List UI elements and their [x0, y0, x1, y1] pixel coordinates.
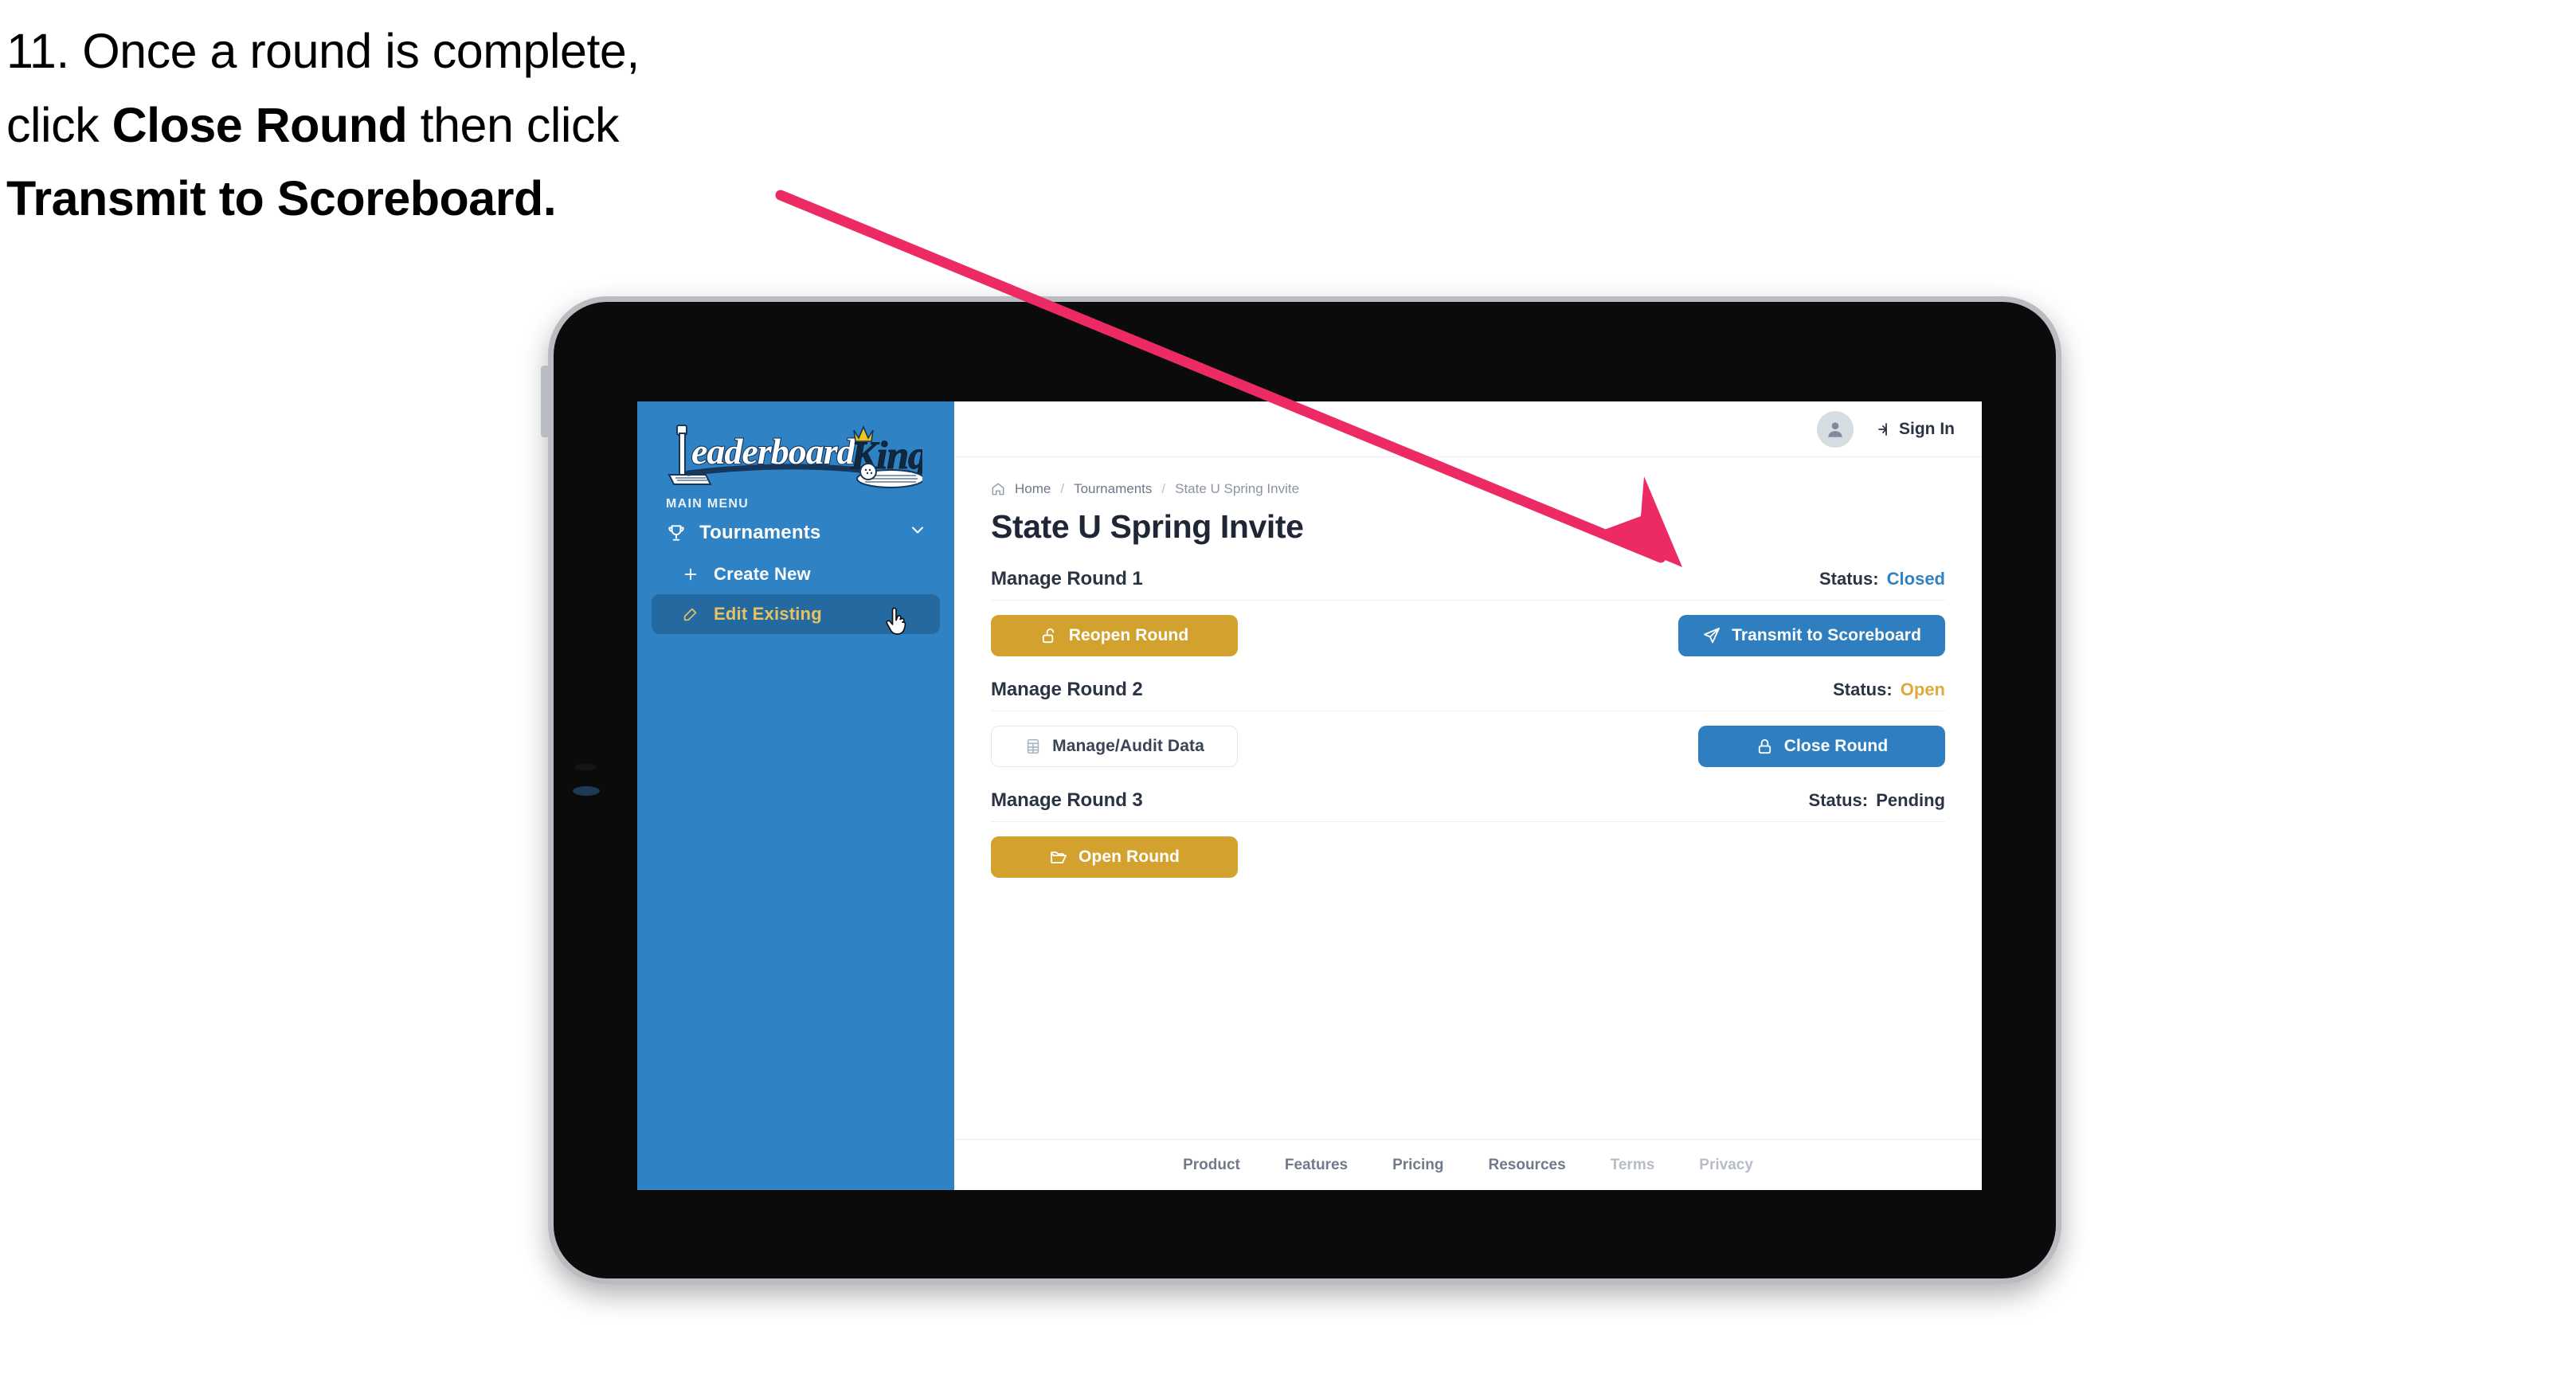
- round-header-2: Manage Round 2 Status: Open: [991, 679, 1945, 711]
- sidebar-item-edit-existing-label: Edit Existing: [714, 604, 822, 624]
- footer-link-terms[interactable]: Terms: [1611, 1157, 1655, 1174]
- footer-link-resources[interactable]: Resources: [1488, 1157, 1565, 1174]
- close-round-label: Close Round: [1783, 737, 1889, 755]
- round-status-2: Status: Open: [1833, 679, 1945, 700]
- footer-link-privacy[interactable]: Privacy: [1699, 1157, 1753, 1174]
- chevron-down-icon[interactable]: [908, 521, 927, 546]
- round-block-3: Manage Round 3 Status: Pending Open Roun…: [991, 789, 1945, 878]
- tablet-side-button-2[interactable]: [574, 764, 597, 770]
- page-content: Home / Tournaments / State U Spring Invi…: [954, 457, 1982, 1139]
- screenshot-root: 11. Once a round is complete, click Clos…: [0, 0, 2576, 1386]
- round-status-3: Status: Pending: [1809, 790, 1945, 811]
- round-header-3: Manage Round 3 Status: Pending: [991, 789, 1945, 822]
- brand-logo[interactable]: eaderboard King: [637, 401, 954, 491]
- sidebar: eaderboard King MAIN MENU Tournaments Cr…: [637, 401, 954, 1190]
- plus-icon: [682, 566, 699, 583]
- footer-link-product[interactable]: Product: [1183, 1157, 1240, 1174]
- breadcrumb-item-current: State U Spring Invite: [1175, 481, 1300, 496]
- sidebar-item-create-new-label: Create New: [714, 564, 811, 584]
- lock-icon: [1756, 738, 1774, 756]
- sidebar-section-label: MAIN MENU: [666, 497, 750, 511]
- breadcrumb-separator: /: [1161, 481, 1166, 496]
- unlock-icon: [1040, 627, 1059, 645]
- round-title-1: Manage Round 1: [991, 568, 1143, 589]
- status-label-2: Status:: [1833, 679, 1893, 699]
- round-header-1: Manage Round 1 Status: Closed: [991, 568, 1945, 601]
- transmit-to-scoreboard-label: Transmit to Scoreboard: [1732, 626, 1921, 644]
- tablet-side-button-1[interactable]: [570, 732, 601, 746]
- manage-audit-data-label: Manage/Audit Data: [1052, 737, 1204, 755]
- trophy-icon: [666, 523, 687, 543]
- breadcrumb: Home / Tournaments / State U Spring Invi…: [991, 481, 1945, 497]
- round-title-3: Manage Round 3: [991, 789, 1143, 811]
- footer-link-features[interactable]: Features: [1285, 1157, 1348, 1174]
- round-block-2: Manage Round 2 Status: Open Manage/Audit…: [991, 679, 1945, 767]
- user-avatar-icon: [1828, 421, 1842, 437]
- sidebar-item-tournaments[interactable]: Tournaments: [637, 511, 954, 554]
- sign-in-label: Sign In: [1899, 419, 1955, 438]
- caption-line-2-bold: Close Round: [112, 97, 408, 152]
- reopen-round-button[interactable]: Reopen Round: [991, 615, 1238, 656]
- round-block-1: Manage Round 1 Status: Closed Reopen Rou…: [991, 568, 1945, 656]
- main-content: Sign In Home / Tournaments / State U Spr…: [954, 401, 1982, 1190]
- page-title: State U Spring Invite: [991, 508, 1304, 545]
- instruction-caption: 11. Once a round is complete, click Clos…: [6, 14, 883, 236]
- breadcrumb-separator: /: [1060, 481, 1065, 496]
- tablet-device-frame: eaderboard King MAIN MENU Tournaments Cr…: [541, 296, 2061, 1284]
- reopen-round-label: Reopen Round: [1068, 626, 1189, 644]
- round-title-2: Manage Round 2: [991, 679, 1143, 700]
- caption-line-3-bold: Transmit to Scoreboard.: [6, 171, 557, 226]
- transmit-to-scoreboard-button[interactable]: Transmit to Scoreboard: [1678, 615, 1945, 656]
- pencil-square-icon: [682, 605, 699, 623]
- tablet-side-button-5[interactable]: [570, 842, 601, 856]
- status-value-1: Closed: [1886, 569, 1945, 589]
- round-actions-3: Open Round: [991, 836, 1945, 878]
- round-actions-1: Reopen Round Transmit to Scoreboard: [991, 615, 1945, 656]
- breadcrumb-item-home[interactable]: Home: [1015, 481, 1051, 497]
- status-label-3: Status:: [1808, 790, 1869, 810]
- caption-line-2-post: then click: [407, 97, 620, 152]
- round-actions-2: Manage/Audit Data Close Round: [991, 726, 1945, 767]
- tablet-side-button-3[interactable]: [573, 786, 600, 796]
- close-round-button[interactable]: Close Round: [1698, 726, 1945, 767]
- leaderboard-king-logo-icon: eaderboard King: [667, 425, 922, 488]
- paper-plane-icon: [1702, 626, 1721, 645]
- table-grid-icon: [1024, 738, 1042, 755]
- open-round-label: Open Round: [1079, 848, 1180, 866]
- status-value-2: Open: [1900, 679, 1945, 699]
- home-icon: [991, 482, 1005, 496]
- avatar[interactable]: [1817, 410, 1854, 448]
- tablet-side-button-4[interactable]: [570, 805, 601, 820]
- breadcrumb-item-tournaments[interactable]: Tournaments: [1074, 481, 1152, 497]
- open-round-button[interactable]: Open Round: [991, 836, 1238, 878]
- status-label-1: Status:: [1818, 569, 1879, 589]
- round-status-1: Status: Closed: [1819, 569, 1945, 589]
- footer-link-pricing[interactable]: Pricing: [1392, 1157, 1443, 1174]
- manage-audit-data-button[interactable]: Manage/Audit Data: [991, 726, 1238, 767]
- sidebar-item-create-new[interactable]: Create New: [652, 554, 940, 594]
- tablet-screen: eaderboard King MAIN MENU Tournaments Cr…: [637, 401, 1982, 1190]
- top-bar: Sign In: [954, 401, 1982, 457]
- caption-line-1: 11. Once a round is complete,: [6, 24, 640, 78]
- sign-in-arrow-icon: [1871, 420, 1890, 439]
- open-folder-icon: [1049, 848, 1068, 867]
- tablet-sleep-button[interactable]: [541, 366, 552, 437]
- sidebar-item-edit-existing[interactable]: Edit Existing: [652, 594, 940, 634]
- sidebar-item-tournaments-label: Tournaments: [699, 522, 821, 543]
- footer: Product Features Pricing Resources Terms…: [954, 1139, 1982, 1190]
- status-value-3: Pending: [1876, 790, 1945, 810]
- sign-in-button[interactable]: Sign In: [1871, 420, 1955, 439]
- caption-line-2-pre: click: [6, 97, 112, 152]
